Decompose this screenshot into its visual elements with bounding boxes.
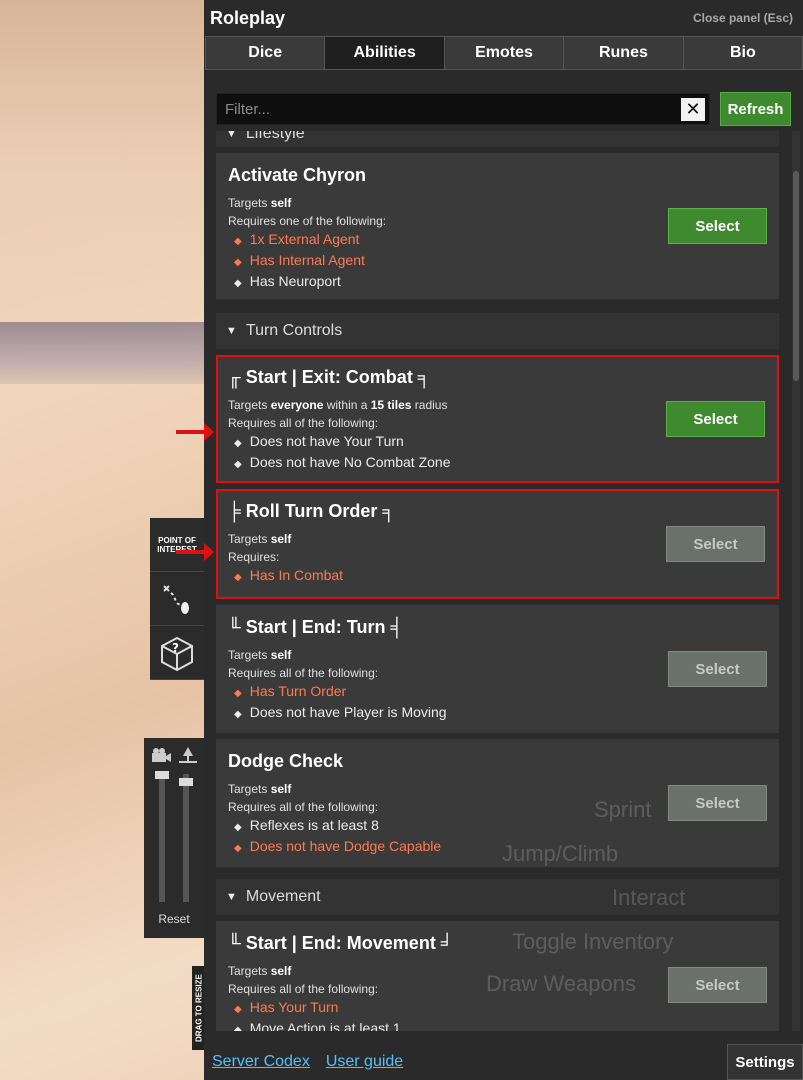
background-sky bbox=[0, 0, 210, 300]
point-of-interest-button[interactable]: POINT OF INTEREST bbox=[150, 518, 204, 572]
tree-icon bbox=[179, 747, 197, 763]
mystery-box-button[interactable]: ? bbox=[150, 626, 204, 680]
diamond-bullet-icon: ◆ bbox=[234, 257, 242, 268]
section-header-movement[interactable]: ▼ Movement bbox=[216, 879, 779, 915]
zoom-slider[interactable] bbox=[159, 774, 165, 902]
diamond-bullet-icon: ◆ bbox=[234, 236, 242, 247]
section-label: Movement bbox=[245, 888, 321, 905]
tab-dice[interactable]: Dice bbox=[205, 36, 326, 70]
ghost-hint: Draw Weapons bbox=[486, 971, 636, 996]
camera-icon bbox=[152, 748, 171, 762]
close-panel-button[interactable]: Close panel (Esc) bbox=[693, 11, 793, 25]
requirement-met: ◆ Does not have Player is Moving bbox=[234, 704, 447, 720]
scrollbar-thumb[interactable] bbox=[793, 171, 799, 381]
chevron-down-icon: ▼ bbox=[226, 325, 237, 337]
select-button-disabled[interactable]: Select bbox=[668, 967, 767, 1003]
section-header-turn-controls[interactable]: ▼ Turn Controls bbox=[216, 313, 779, 349]
annotation-arrow bbox=[176, 543, 214, 561]
list-scrollbar[interactable] bbox=[792, 131, 800, 1031]
select-button-disabled[interactable]: Select bbox=[668, 651, 767, 687]
filter-input[interactable] bbox=[217, 94, 709, 124]
ability-title: ╓ Start | Exit: Combat ╕ bbox=[228, 367, 431, 387]
map-tools: POINT OF INTEREST ? bbox=[150, 518, 204, 680]
requirement-unmet: ◆ Does not have Dodge Capable bbox=[234, 838, 442, 854]
requirement-met: ◆ Does not have No Combat Zone bbox=[234, 454, 451, 470]
panel-title: Roleplay bbox=[210, 7, 286, 28]
annotation-arrow bbox=[176, 423, 214, 441]
requirement-unmet: ◆ Has In Combat bbox=[234, 567, 344, 583]
diamond-bullet-icon: ◆ bbox=[234, 572, 242, 583]
diamond-bullet-icon: ◆ bbox=[234, 822, 242, 833]
requirement-unmet: ◆ Has Internal Agent bbox=[234, 252, 365, 268]
section-label: Lifestyle bbox=[245, 131, 305, 142]
diamond-bullet-icon: ◆ bbox=[234, 278, 242, 289]
tab-runes[interactable]: Runes bbox=[564, 36, 684, 70]
tab-abilities[interactable]: Abilities bbox=[325, 36, 445, 70]
chevron-down-icon: ▼ bbox=[226, 891, 237, 903]
chevron-down-icon: ▼ bbox=[226, 131, 237, 140]
tab-bio[interactable]: Bio bbox=[683, 36, 803, 70]
select-button[interactable]: Select bbox=[666, 401, 765, 437]
ability-title: ╙ Start | End: Movement ╛ bbox=[228, 933, 454, 953]
clear-filter-icon[interactable]: ✕ bbox=[681, 98, 705, 121]
background-ridge bbox=[0, 322, 210, 384]
diamond-bullet-icon: ◆ bbox=[234, 1025, 242, 1031]
filter-row: ✕ Refresh bbox=[204, 70, 803, 134]
panel-title-bar: Roleplay Close panel (Esc) bbox=[204, 0, 803, 36]
requirement-met: ◆ Has Neuroport bbox=[234, 273, 341, 289]
ghost-hint: Interact bbox=[612, 885, 686, 910]
panel-footer: Server Codex User guide Settings bbox=[204, 1044, 803, 1080]
ability-title: ╞ Roll Turn Order ╕ bbox=[228, 501, 396, 521]
ability-title: ╙ Start | End: Turn ╡ bbox=[228, 617, 404, 637]
ghost-hint: Sprint bbox=[594, 797, 652, 822]
diamond-bullet-icon: ◆ bbox=[234, 843, 242, 854]
path-tool-button[interactable] bbox=[150, 572, 204, 626]
abilities-list[interactable]: ▼ Lifestyle Activate Chyron Targets self… bbox=[216, 131, 779, 1031]
section-label: Turn Controls bbox=[245, 322, 343, 339]
diamond-bullet-icon: ◆ bbox=[234, 709, 242, 720]
settings-button[interactable]: Settings bbox=[727, 1044, 803, 1080]
scenery-slider-thumb[interactable] bbox=[179, 778, 193, 786]
ability-title: Activate Chyron bbox=[228, 165, 367, 185]
section-header-lifestyle[interactable]: ▼ Lifestyle bbox=[216, 131, 779, 147]
ghost-hint: Jump/Climb bbox=[502, 841, 619, 866]
path-footprint-icon bbox=[163, 584, 189, 614]
ability-card-start-exit-combat: ╓ Start | Exit: Combat ╕ Targets everyon… bbox=[216, 355, 779, 483]
svg-text:?: ? bbox=[172, 641, 179, 655]
ability-card-roll-turn-order: ╞ Roll Turn Order ╕ Targets self Require… bbox=[216, 489, 779, 599]
filter-field: ✕ bbox=[216, 93, 710, 125]
scenery-slider[interactable] bbox=[183, 774, 189, 902]
select-button-disabled[interactable]: Select bbox=[668, 785, 767, 821]
diamond-bullet-icon: ◆ bbox=[234, 459, 242, 470]
panel-tabs: Dice Abilities Emotes Runes Bio bbox=[205, 36, 803, 70]
mystery-box-icon: ? bbox=[161, 636, 193, 671]
diamond-bullet-icon: ◆ bbox=[234, 1004, 242, 1015]
refresh-button[interactable]: Refresh bbox=[720, 92, 791, 126]
server-codex-link[interactable]: Server Codex bbox=[212, 1053, 310, 1071]
tab-emotes[interactable]: Emotes bbox=[444, 36, 565, 70]
user-guide-link[interactable]: User guide bbox=[326, 1053, 403, 1071]
roleplay-panel: Roleplay Close panel (Esc) Dice Abilitie… bbox=[204, 0, 803, 1080]
select-button-disabled[interactable]: Select bbox=[666, 526, 765, 562]
select-button[interactable]: Select bbox=[668, 208, 767, 244]
ability-card-dodge-check: Dodge Check Targets self Requires all of… bbox=[216, 739, 779, 867]
ability-card-activate-chyron: Activate Chyron Targets self Requires on… bbox=[216, 153, 779, 299]
camera-sliders: Reset bbox=[144, 738, 204, 938]
reset-button[interactable]: Reset bbox=[144, 912, 204, 926]
ability-card-start-end-turn: ╙ Start | End: Turn ╡ Targets self Requi… bbox=[216, 605, 779, 733]
zoom-slider-thumb[interactable] bbox=[155, 771, 169, 779]
ability-title: Dodge Check bbox=[228, 751, 344, 771]
requirement-met: ◆ Move Action is at least 1 bbox=[228, 1019, 767, 1031]
diamond-bullet-icon: ◆ bbox=[234, 688, 242, 699]
diamond-bullet-icon: ◆ bbox=[234, 438, 242, 449]
ghost-hint: Toggle Inventory bbox=[512, 929, 674, 954]
